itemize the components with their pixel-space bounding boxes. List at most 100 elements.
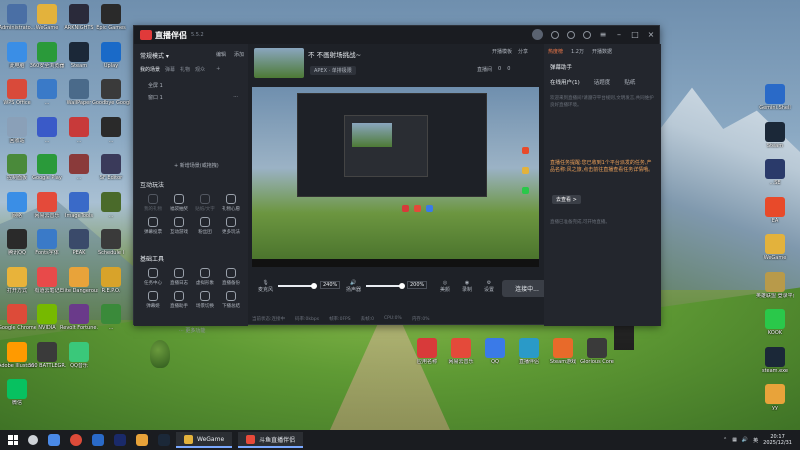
tab-online-users[interactable]: 在线用户(1) <box>550 78 580 86</box>
basic-tool[interactable]: 虚拟形象 <box>192 268 218 286</box>
scene-item[interactable]: 窗口 1 ··· <box>148 94 238 101</box>
mic-slider-knob[interactable] <box>311 283 317 289</box>
record-button[interactable]: ◉ 录制 <box>462 280 472 293</box>
explorer-icon[interactable] <box>136 434 148 446</box>
desktop-icon[interactable]: NVIDIA <box>30 304 64 331</box>
photoshop-icon[interactable] <box>114 434 126 446</box>
beauty-button[interactable]: ◎ 美颜 <box>440 280 450 293</box>
basic-tool[interactable]: 下播总结 <box>218 291 244 309</box>
interactive-tool[interactable]: 我的礼物 <box>140 194 166 212</box>
desktop-icon[interactable]: ... <box>30 79 64 106</box>
add-scene-button[interactable]: + 新增场景(或拖拽) <box>174 162 219 169</box>
tab-stickers[interactable]: 贴纸 <box>624 78 635 86</box>
desktop-icon[interactable]: 网易云音乐 <box>30 191 64 219</box>
desktop-icon[interactable]: ARKNIGHTS <box>62 4 96 31</box>
stream-data-button[interactable]: 开播数据 <box>592 48 612 55</box>
settings-icon[interactable] <box>583 30 591 39</box>
hot-rank-button[interactable]: 热度榜 <box>548 48 563 55</box>
desktop-icon[interactable]: 英雄联盟 登录平台 <box>756 271 794 299</box>
taskview-icon[interactable] <box>48 434 60 446</box>
desktop-icon[interactable]: Fonts字体 <box>30 229 64 256</box>
desktop-icon[interactable]: steam.exe <box>758 346 792 374</box>
desktop-icon[interactable]: yy <box>758 384 792 411</box>
desktop-icon[interactable]: Goodbye Google... <box>92 79 130 106</box>
desktop-icon[interactable]: ImageTools <box>62 191 96 219</box>
scene-item[interactable]: 全屏 1 <box>148 82 238 89</box>
desktop-icon[interactable]: 网易云音乐 <box>444 338 478 365</box>
basic-tool[interactable]: 直播助手 <box>166 291 192 309</box>
desktop-icon[interactable]: 360安全浏览器 <box>30 41 64 69</box>
mode-selector[interactable]: 常规模式 ▾ <box>140 51 169 60</box>
more-functions-link[interactable]: ··· 更多功能 <box>179 327 205 334</box>
desktop-icon[interactable]: Revolt Fortune... <box>60 304 98 331</box>
stream-category[interactable]: APEX · 单排极限 <box>310 66 356 75</box>
mic-slider[interactable] <box>278 283 317 289</box>
close-icon[interactable]: × <box>647 30 655 39</box>
settings-button[interactable]: ⚙ 设置 <box>484 280 494 293</box>
basic-tool[interactable]: 任务中心 <box>140 268 166 286</box>
basic-tool[interactable]: 场景切换 <box>192 291 218 309</box>
desktop-icon[interactable]: KOOK <box>758 309 792 336</box>
desktop-icon[interactable]: Google Play <box>30 154 64 181</box>
desktop-icon[interactable]: WeGame <box>758 234 792 261</box>
desktop-icon[interactable]: EA <box>758 196 792 224</box>
mic-control[interactable]: 🎙 麦克风 <box>258 280 273 293</box>
interactive-tool[interactable]: 福袋抽奖 <box>166 194 192 212</box>
desktop-icon[interactable]: WeGame <box>30 4 64 31</box>
desktop-icon[interactable]: 有道云笔记 <box>30 266 64 294</box>
desktop-icon[interactable]: Steam <box>758 121 792 149</box>
tab-gifts[interactable]: 礼物 <box>180 66 190 73</box>
desktop-icon[interactable]: Steam <box>62 41 96 69</box>
desktop-icon[interactable]: ...SE <box>758 159 792 186</box>
desktop-icon[interactable]: ... <box>94 304 128 331</box>
chrome-icon[interactable] <box>70 434 82 446</box>
speaker-slider[interactable] <box>366 283 405 289</box>
interactive-tool[interactable]: 贴纸/文字 <box>192 194 218 212</box>
speaker-control[interactable]: 🔊 扬声器 <box>346 280 361 293</box>
desktop-icon[interactable]: QQ音乐 <box>62 341 96 369</box>
clock[interactable]: 20:17 2025/12/31 <box>763 434 792 446</box>
desktop-icon[interactable]: Glorious Core <box>580 338 614 365</box>
basic-tool[interactable]: 弹幕姬 <box>140 291 166 309</box>
basic-tool[interactable]: 直播备份 <box>218 268 244 286</box>
desktop-icon[interactable]: ... <box>62 116 96 144</box>
stream-title[interactable]: 不 不画射场挑战~ <box>308 49 361 59</box>
search-icon[interactable] <box>28 435 38 445</box>
desktop-icon[interactable]: WallPaper <box>62 79 96 106</box>
interactive-tool[interactable]: 更多玩法 <box>218 217 244 235</box>
desktop-icon[interactable]: Steam游戏 <box>546 338 580 365</box>
taskbar-task[interactable]: 斗鱼直播伴侣 <box>238 432 304 448</box>
desktop-icon[interactable]: ... <box>30 116 64 144</box>
tray-volume-icon[interactable]: 🔊 <box>742 437 748 443</box>
tray-up-icon[interactable]: ⌃ <box>723 437 727 443</box>
tab-scenes[interactable]: 我的场景 <box>140 66 160 73</box>
edge-icon[interactable] <box>92 434 104 446</box>
interactive-tool[interactable]: 礼物心愿 <box>218 194 244 212</box>
steam-icon[interactable] <box>158 434 170 446</box>
tab-viewers[interactable]: 观众 <box>195 66 205 73</box>
tab-danmu[interactable]: 弹幕 <box>165 66 175 73</box>
desktop-icon[interactable]: SF Editor <box>94 154 128 181</box>
view-task-button[interactable]: 去查看 > <box>552 195 581 204</box>
start-icon[interactable] <box>8 435 18 445</box>
user-avatar[interactable] <box>532 29 543 40</box>
desktop-icon[interactable]: 直播伴侣 <box>512 338 546 365</box>
tab-topic[interactable]: 话题度 <box>594 78 611 86</box>
desktop-icon[interactable]: Elite Dangerous <box>60 266 98 294</box>
stream-template-button[interactable]: 开播模板 <box>492 48 512 55</box>
desktop-icon[interactable]: Gemini.Shell <box>758 84 792 111</box>
desktop-icon[interactable]: ... <box>94 191 128 219</box>
desktop-icon[interactable]: 360 BATTLEGR... <box>28 341 66 369</box>
message-icon[interactable] <box>567 30 575 39</box>
taskbar-task[interactable]: WeGame <box>176 432 233 448</box>
desktop-icon[interactable]: R.E.P.O. <box>94 266 128 294</box>
minimize-icon[interactable]: – <box>615 30 623 39</box>
desktop-icon[interactable]: PEAK <box>62 229 96 256</box>
basic-tool[interactable]: 直播日志 <box>166 268 192 286</box>
stream-preview[interactable] <box>252 87 539 267</box>
interactive-tool[interactable]: 粉丝团 <box>192 217 218 235</box>
tray-network-icon[interactable]: ▦ <box>732 437 737 443</box>
live-room-button[interactable]: 直播间 <box>477 66 492 73</box>
desktop-icon[interactable]: QQ <box>478 338 512 365</box>
desktop-icon[interactable]: 应用名称 <box>410 338 444 365</box>
